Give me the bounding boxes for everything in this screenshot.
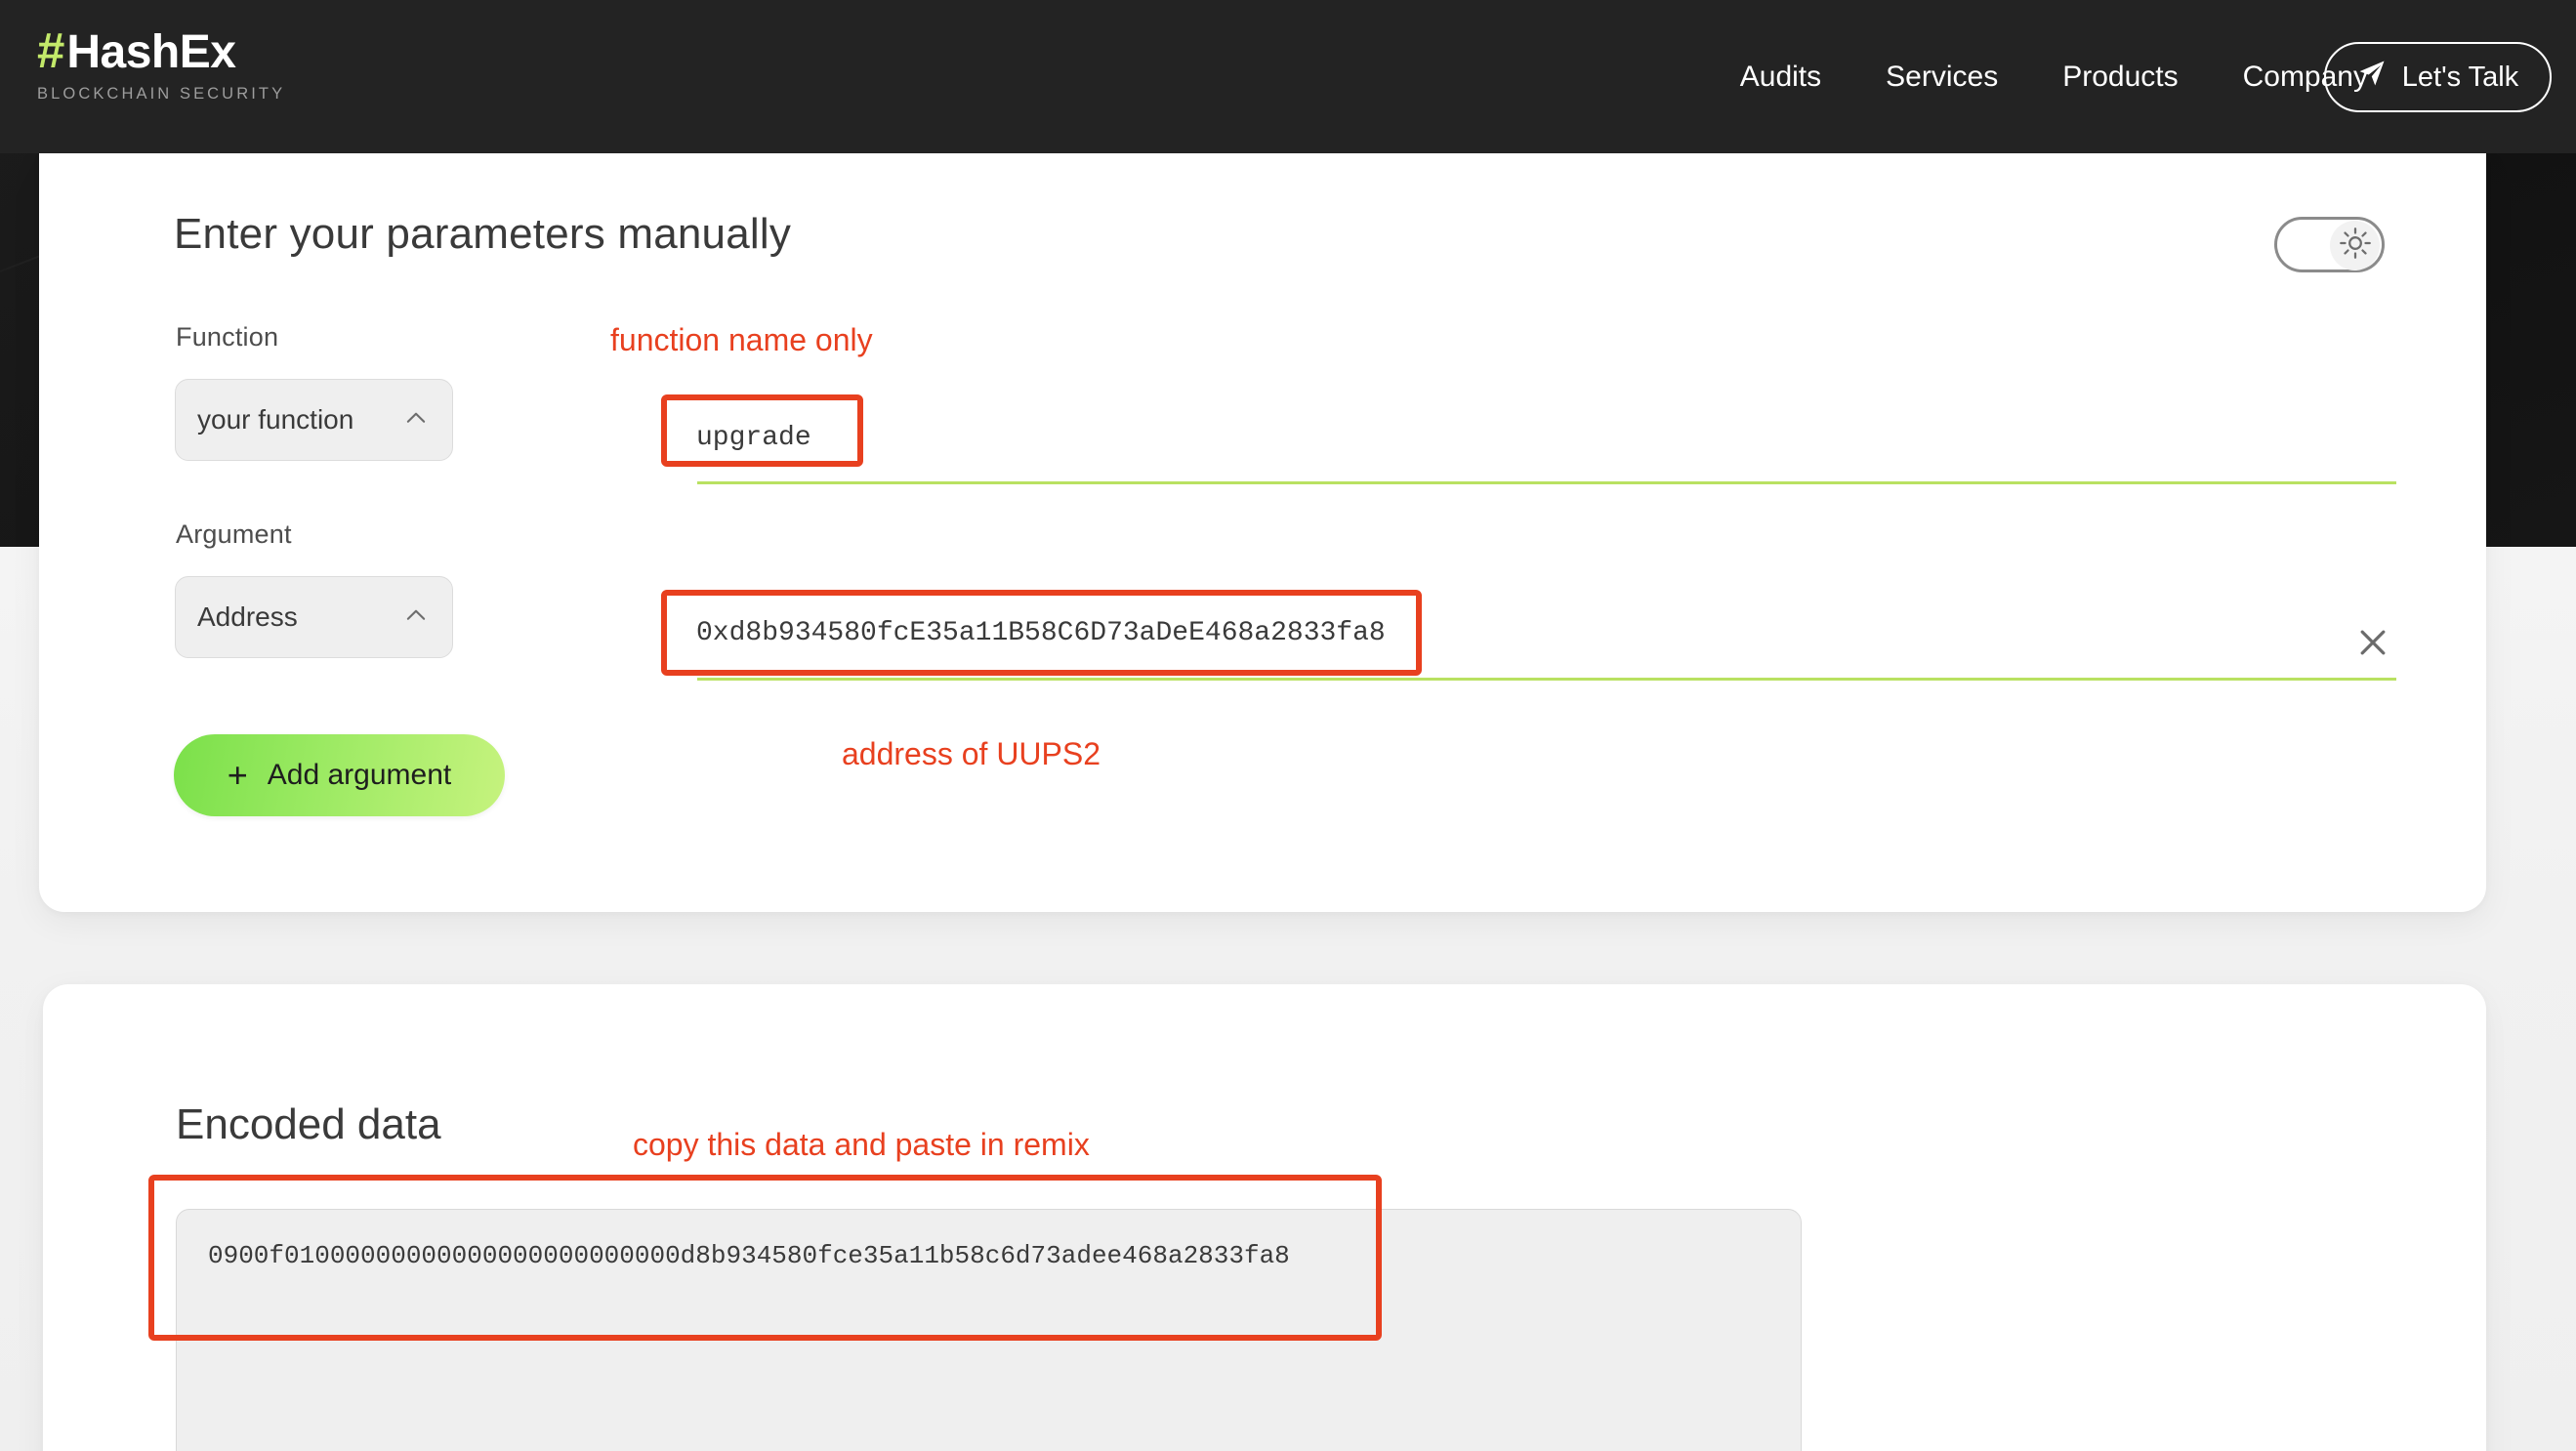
lets-talk-button[interactable]: Let's Talk (2324, 42, 2552, 112)
chevron-up-icon (401, 403, 431, 437)
sun-icon (2339, 227, 2372, 265)
function-input-underline (697, 481, 2396, 484)
theme-toggle[interactable] (2274, 217, 2385, 272)
nav-item-products[interactable]: Products (2030, 61, 2210, 94)
logo-wordmark: HashEx (66, 26, 236, 78)
argument-type-select-value: Address (197, 601, 298, 632)
annotation-text-function: function name only (610, 322, 873, 357)
theme-toggle-knob (2330, 221, 2380, 270)
nav-item-services[interactable]: Services (1853, 61, 2030, 94)
annotation-text-encoded: copy this data and paste in remix (633, 1127, 1090, 1162)
logo-hash-glyph: # (37, 22, 64, 78)
function-type-select-value: your function (197, 404, 354, 435)
add-argument-button[interactable]: + Add argument (174, 734, 505, 816)
chevron-up-icon (401, 601, 431, 635)
close-icon[interactable] (2353, 623, 2392, 662)
plus-icon: + (227, 755, 248, 795)
function-field-label: Function (176, 322, 279, 352)
argument-field-label: Argument (176, 519, 292, 549)
function-type-select[interactable]: your function (175, 379, 453, 461)
top-navigation-bar: # HashEx BLOCKCHAIN SECURITY Audits Serv… (0, 0, 2576, 153)
argument-input-underline (697, 678, 2396, 681)
main-navigation: Audits Services Products Company (1708, 0, 2400, 153)
page-title: Enter your parameters manually (174, 210, 792, 258)
argument-type-select[interactable]: Address (175, 576, 453, 658)
paper-plane-icon (2357, 59, 2387, 96)
function-name-input[interactable] (696, 423, 1243, 453)
page-root: # HashEx BLOCKCHAIN SECURITY Audits Serv… (0, 0, 2576, 1451)
lets-talk-label: Let's Talk (2401, 61, 2519, 93)
nav-item-audits[interactable]: Audits (1708, 61, 1853, 94)
annotation-text-address: address of UUPS2 (842, 736, 1101, 771)
site-logo[interactable]: # HashEx BLOCKCHAIN SECURITY (37, 25, 285, 104)
argument-value-input[interactable] (696, 618, 2298, 648)
add-argument-label: Add argument (267, 759, 452, 791)
encoded-data-output[interactable]: 0900f01000000000000000000000000d8b934580… (176, 1209, 1802, 1451)
logo-tagline: BLOCKCHAIN SECURITY (37, 85, 286, 103)
encoded-data-title: Encoded data (176, 1100, 441, 1148)
